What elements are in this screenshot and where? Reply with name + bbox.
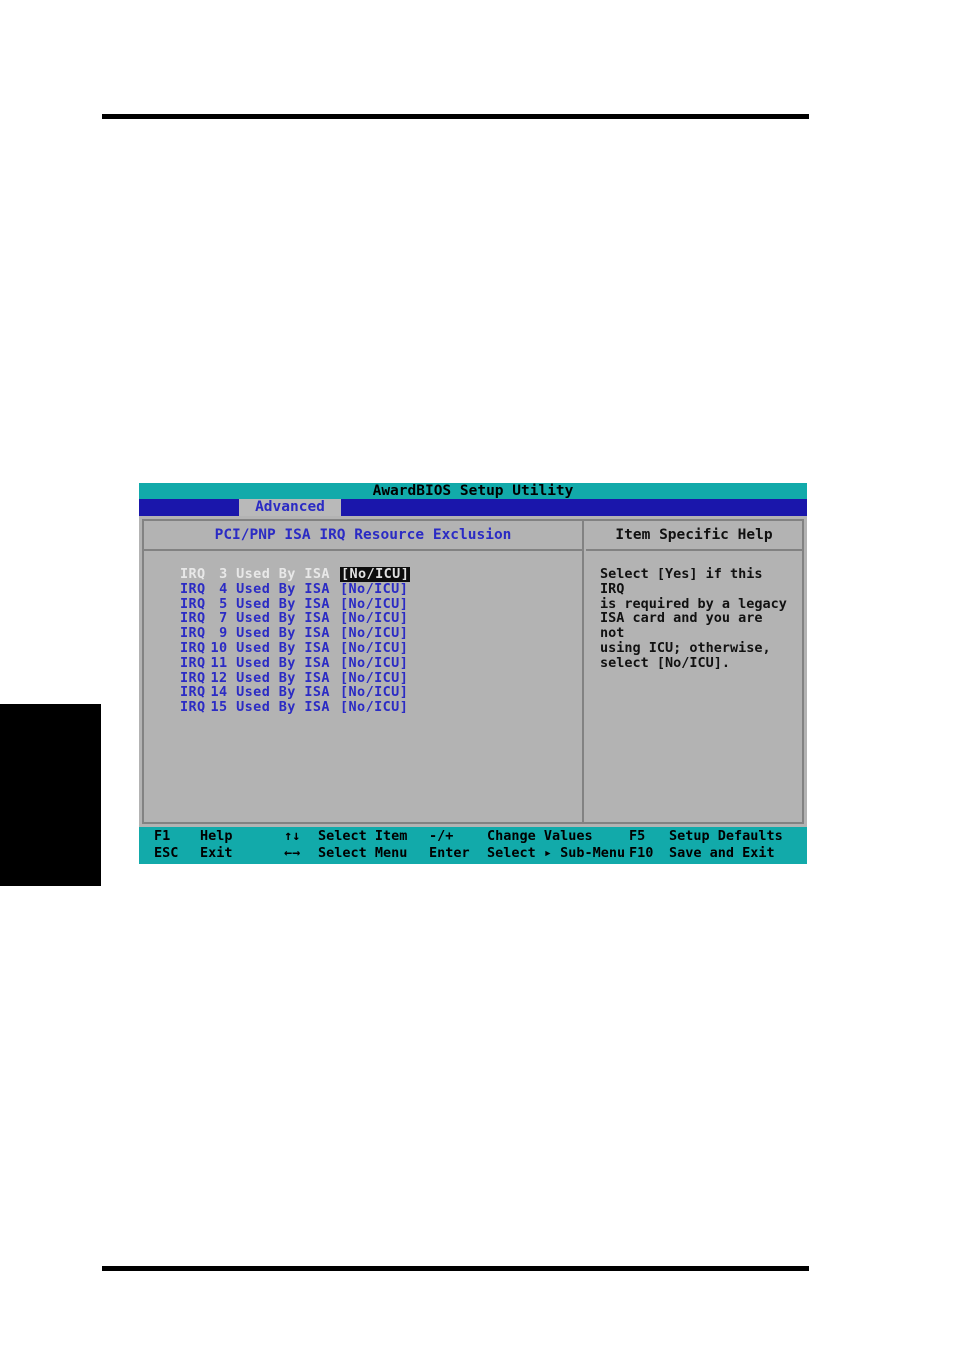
window-title: AwardBIOS Setup Utility: [139, 483, 807, 499]
irq-row-value[interactable]: [No/ICU]: [340, 655, 408, 671]
irq-row-label: IRQ 9 Used By ISA: [180, 625, 330, 642]
irq-row-value[interactable]: [No/ICU]: [340, 611, 408, 626]
irq-row-value[interactable]: [No/ICU]: [340, 700, 408, 715]
main-panel: PCI/PNP ISA IRQ Resource Exclusion IRQ 3 …: [144, 521, 584, 822]
irq-row-number: 14: [210, 684, 228, 701]
page-bottom-rule: [102, 1266, 809, 1271]
key-updown-arrows[interactable]: ↑↓: [284, 828, 314, 845]
irq-row[interactable]: IRQ 7 Used By ISA [No/ICU]: [180, 611, 582, 626]
tab-advanced[interactable]: Advanced: [239, 499, 341, 516]
irq-row-suffix: Used By ISA: [236, 684, 330, 701]
action-help: Help: [200, 828, 233, 844]
irq-row-suffix: Used By ISA: [236, 639, 330, 656]
irq-row-number: 7: [219, 610, 228, 627]
irq-row-number: 10: [210, 639, 228, 656]
action-exit: Exit: [200, 845, 233, 861]
action-select-menu: Select Menu: [318, 845, 408, 861]
irq-row[interactable]: IRQ 5 Used By ISA [No/ICU]: [180, 595, 582, 612]
irq-row[interactable]: IRQ 3 Used By ISA [No/ICU]: [180, 567, 582, 582]
irq-row-label: IRQ 12 Used By ISA: [180, 669, 330, 686]
irq-row-suffix: Used By ISA: [236, 699, 330, 716]
key-enter[interactable]: Enter: [429, 845, 485, 862]
irq-row-label: IRQ 10 Used By ISA: [180, 639, 330, 656]
bios-setup-window: AwardBIOS Setup Utility Advanced PCI/PNP…: [139, 483, 807, 864]
irq-row-number: 15: [210, 699, 228, 716]
main-panel-header: PCI/PNP ISA IRQ Resource Exclusion: [144, 521, 582, 551]
irq-row-suffix: Used By ISA: [236, 566, 330, 582]
menu-tab-strip: Advanced: [139, 499, 807, 516]
irq-row-value[interactable]: [No/ICU]: [340, 567, 411, 582]
key-f5[interactable]: F5: [629, 828, 667, 845]
action-select-item: Select Item: [318, 828, 408, 844]
irq-row-suffix: Used By ISA: [236, 669, 330, 686]
irq-row[interactable]: IRQ 4 Used By ISA [No/ICU]: [180, 580, 582, 597]
irq-row[interactable]: IRQ 14 Used By ISA [No/ICU]: [180, 685, 582, 700]
page-top-rule: [102, 114, 809, 119]
function-key-row-1: F1 Help ↑↓ Select Item -/+ Change Values…: [139, 828, 807, 845]
irq-row-number: 9: [219, 625, 228, 642]
irq-row-number: 5: [219, 595, 228, 612]
help-panel-text: Select [Yes] if this IRQ is required by …: [600, 566, 787, 671]
page-edge-tab-marker: [0, 704, 101, 886]
irq-row-suffix: Used By ISA: [236, 625, 330, 642]
action-save-and-exit: Save and Exit: [669, 845, 775, 861]
irq-row[interactable]: IRQ 15 Used By ISA [No/ICU]: [180, 700, 582, 715]
action-select-submenu: Select ▸ Sub-Menu: [487, 845, 626, 861]
irq-row-label: IRQ 15 Used By ISA: [180, 699, 330, 716]
bios-body: PCI/PNP ISA IRQ Resource Exclusion IRQ 3 …: [139, 516, 807, 827]
irq-row[interactable]: IRQ 12 Used By ISA [No/ICU]: [180, 669, 582, 686]
irq-row-suffix: Used By ISA: [236, 595, 330, 612]
irq-row-number: 4: [219, 580, 228, 597]
panel-frame: PCI/PNP ISA IRQ Resource Exclusion IRQ 3 …: [142, 519, 804, 824]
help-panel: Item Specific Help Select [Yes] if this …: [586, 521, 802, 822]
irq-row-suffix: Used By ISA: [236, 654, 330, 671]
irq-row-label: IRQ 7 Used By ISA: [180, 610, 330, 627]
irq-row-suffix: Used By ISA: [236, 610, 330, 627]
irq-row[interactable]: IRQ 10 Used By ISA [No/ICU]: [180, 641, 582, 656]
irq-row-value[interactable]: [No/ICU]: [340, 685, 408, 700]
irq-row-value[interactable]: [No/ICU]: [340, 670, 408, 686]
irq-row-label: IRQ 4 Used By ISA: [180, 580, 330, 597]
key-esc[interactable]: ESC: [154, 845, 198, 862]
irq-row-label: IRQ 5 Used By ISA: [180, 595, 330, 612]
irq-row-label: IRQ 14 Used By ISA: [180, 684, 330, 701]
action-change-values: Change Values: [487, 828, 593, 844]
irq-row-number: 11: [210, 654, 228, 671]
key-leftright-arrows[interactable]: ←→: [284, 845, 314, 862]
irq-row-label: IRQ 3 Used By ISA: [180, 566, 330, 582]
irq-row[interactable]: IRQ 9 Used By ISA [No/ICU]: [180, 626, 582, 641]
irq-row-label: IRQ 11 Used By ISA: [180, 654, 330, 671]
irq-row[interactable]: IRQ 11 Used By ISA [No/ICU]: [180, 654, 582, 671]
key-f1[interactable]: F1: [154, 828, 198, 845]
irq-row-suffix: Used By ISA: [236, 580, 330, 597]
irq-row-value[interactable]: [No/ICU]: [340, 581, 408, 597]
irq-row-number: 12: [210, 669, 228, 686]
irq-row-value[interactable]: [No/ICU]: [340, 626, 408, 641]
action-setup-defaults: Setup Defaults: [669, 828, 783, 844]
function-key-row-2: ESC Exit ←→ Select Menu Enter Select ▸ S…: [139, 845, 807, 862]
irq-row-value[interactable]: [No/ICU]: [340, 596, 408, 612]
irq-row-number: 3: [219, 566, 228, 582]
function-key-bar: F1 Help ↑↓ Select Item -/+ Change Values…: [139, 827, 807, 864]
help-panel-header: Item Specific Help: [586, 521, 802, 551]
key-f10[interactable]: F10: [629, 845, 667, 862]
irq-list: IRQ 3 Used By ISA [No/ICU] IRQ 4 Used By ISA…: [144, 551, 582, 822]
key-minus-plus[interactable]: -/+: [429, 828, 485, 845]
irq-row-value[interactable]: [No/ICU]: [340, 641, 408, 656]
